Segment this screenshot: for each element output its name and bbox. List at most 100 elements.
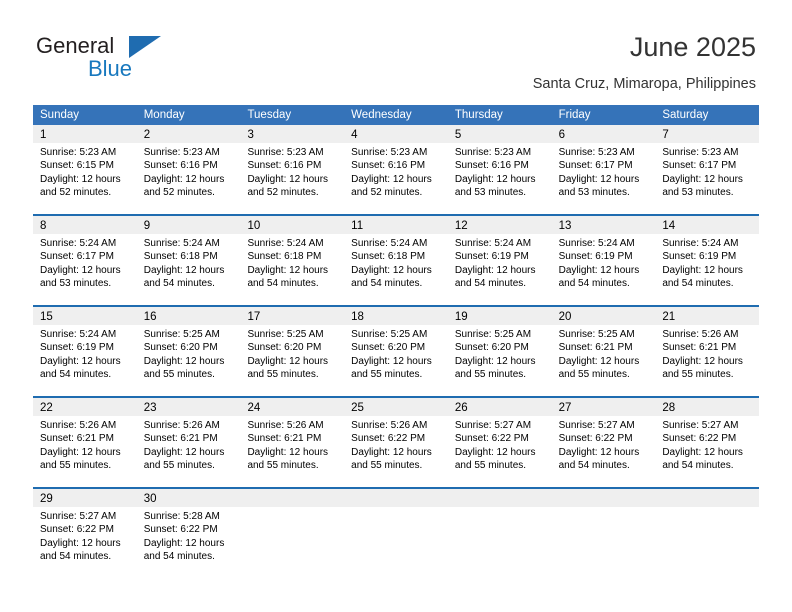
sunrise-text: Sunrise: 5:25 AM — [247, 329, 324, 340]
sunrise-text: Sunrise: 5:27 AM — [662, 420, 739, 431]
day-number: 8 — [40, 220, 47, 232]
day-number: 12 — [454, 220, 468, 232]
sunset-text: Sunset: 6:22 PM — [662, 433, 737, 445]
sunrise-text: Sunrise: 5:23 AM — [40, 147, 117, 158]
calendar-day-cell[interactable]: 27 Sunrise: 5:27 AM Sunset: 6:22 PM Dayligh… — [551, 398, 656, 487]
calendar-day-cell[interactable]: 20 Sunrise: 5:25 AM Sunset: 6:21 PM Dayligh… — [551, 307, 656, 396]
calendar-day-cell[interactable]: 28 Sunrise: 5:27 AM Sunset: 6:22 PM Dayligh… — [655, 398, 760, 487]
sunset-text: Sunset: 6:17 PM — [40, 251, 114, 263]
sunset-text: Sunset: 6:22 PM — [558, 433, 633, 445]
daylight-text: Daylight: 12 hours and 52 minutes. — [247, 173, 329, 198]
day-details: Sunrise: 5:25 AM Sunset: 6:20 PM Daylight:… — [136, 325, 241, 382]
calendar-day-cell[interactable]: 15 Sunrise: 5:24 AM Sunset: 6:19 PM Dayligh… — [33, 307, 137, 396]
calendar-day-cell[interactable]: 1 Sunrise: 5:23 AM Sunset: 6:15 PM Daylight… — [33, 125, 137, 214]
calendar-day-cell[interactable]: 29 Sunrise: 5:27 AM Sunset: 6:22 PM Dayligh… — [33, 489, 137, 578]
calendar-day-cell[interactable]: 11 Sunrise: 5:24 AM Sunset: 6:18 PM Dayligh… — [344, 216, 448, 305]
calendar-day-cell[interactable]: 14 Sunrise: 5:24 AM Sunset: 6:19 PM Dayligh… — [655, 216, 760, 305]
daylight-text: Daylight: 12 hours and 55 minutes. — [351, 446, 432, 471]
sunrise-text: Sunrise: 5:24 AM — [558, 238, 635, 249]
calendar-day-cell[interactable]: 3 Sunrise: 5:23 AM Sunset: 6:16 PM Daylight… — [240, 125, 345, 214]
day-number-band: 27 — [551, 398, 656, 416]
sunrise-text: Sunrise: 5:27 AM — [558, 420, 635, 431]
day-details: Sunrise: 5:25 AM Sunset: 6:20 PM Daylight:… — [447, 325, 552, 382]
day-details: Sunrise: 5:24 AM Sunset: 6:18 PM Daylight:… — [240, 234, 345, 291]
calendar-week-row: 29 Sunrise: 5:27 AM Sunset: 6:22 PM Dayligh… — [33, 487, 760, 578]
day-details: Sunrise: 5:24 AM Sunset: 6:18 PM Daylight:… — [344, 234, 448, 291]
day-number: 3 — [247, 129, 254, 141]
sunrise-text: Sunrise: 5:25 AM — [454, 329, 532, 340]
day-number-band: 20 — [551, 307, 656, 325]
day-number-band: 15 — [33, 307, 137, 325]
day-details: Sunrise: 5:28 AM Sunset: 6:22 PM Daylight:… — [136, 507, 241, 564]
weekday-header-row: Sunday Monday Tuesday Wednesday Thursday… — [33, 105, 759, 125]
calendar-week-row: 8 Sunrise: 5:24 AM Sunset: 6:17 PM Daylight… — [33, 214, 760, 305]
daylight-text: Daylight: 12 hours and 54 minutes. — [247, 264, 329, 289]
calendar-day-cell[interactable]: 8 Sunrise: 5:24 AM Sunset: 6:17 PM Daylight… — [33, 216, 137, 305]
daylight-text: Daylight: 12 hours and 54 minutes. — [454, 264, 536, 289]
calendar-day-cell[interactable]: 6 Sunrise: 5:23 AM Sunset: 6:17 PM Daylight… — [551, 125, 656, 214]
sunrise-text: Sunrise: 5:23 AM — [454, 147, 532, 158]
sunrise-text: Sunrise: 5:25 AM — [143, 329, 220, 340]
day-number: 4 — [351, 129, 358, 141]
calendar-day-cell[interactable]: 7 Sunrise: 5:23 AM Sunset: 6:17 PM Daylight… — [655, 125, 760, 214]
calendar-day-cell[interactable]: 18 Sunrise: 5:25 AM Sunset: 6:20 PM Dayligh… — [344, 307, 448, 396]
calendar-week-cells: 22 Sunrise: 5:26 AM Sunset: 6:21 PM Dayligh… — [33, 398, 760, 487]
calendar-day-cell[interactable]: 17 Sunrise: 5:25 AM Sunset: 6:20 PM Dayligh… — [240, 307, 345, 396]
calendar-day-cell-empty — [551, 489, 656, 578]
day-details: Sunrise: 5:23 AM Sunset: 6:17 PM Daylight:… — [655, 143, 760, 200]
calendar-day-cell[interactable]: 10 Sunrise: 5:24 AM Sunset: 6:18 PM Dayligh… — [240, 216, 345, 305]
day-details: Sunrise: 5:27 AM Sunset: 6:22 PM Daylight:… — [447, 416, 552, 473]
page-header: General Blue June 2025 Santa Cruz, Mimar… — [0, 0, 792, 100]
day-details: Sunrise: 5:27 AM Sunset: 6:22 PM Daylight:… — [551, 416, 656, 473]
daylight-text: Daylight: 12 hours and 55 minutes. — [247, 446, 329, 471]
day-number-band: 3 — [240, 125, 345, 143]
calendar-day-cell[interactable]: 16 Sunrise: 5:25 AM Sunset: 6:20 PM Dayligh… — [136, 307, 241, 396]
daylight-text: Daylight: 12 hours and 53 minutes. — [662, 173, 743, 198]
sunrise-text: Sunrise: 5:24 AM — [143, 238, 220, 249]
page-subtitle-location: Santa Cruz, Mimaropa, Philippines — [532, 76, 756, 92]
calendar-day-cell[interactable]: 26 Sunrise: 5:27 AM Sunset: 6:22 PM Dayligh… — [447, 398, 552, 487]
sunset-text: Sunset: 6:22 PM — [454, 433, 529, 445]
day-number: 24 — [247, 402, 261, 414]
calendar-day-cell[interactable]: 12 Sunrise: 5:24 AM Sunset: 6:19 PM Dayligh… — [447, 216, 552, 305]
day-number-band: 13 — [551, 216, 656, 234]
sunrise-text: Sunrise: 5:28 AM — [143, 511, 220, 522]
calendar-day-cell[interactable]: 13 Sunrise: 5:24 AM Sunset: 6:19 PM Dayligh… — [551, 216, 656, 305]
sunset-text: Sunset: 6:20 PM — [454, 342, 529, 354]
day-number-band: 1 — [33, 125, 137, 143]
day-number: 23 — [143, 402, 157, 414]
day-number: 29 — [40, 493, 53, 505]
day-number-band: 24 — [240, 398, 345, 416]
sunrise-text: Sunrise: 5:23 AM — [662, 147, 739, 158]
day-details: Sunrise: 5:24 AM Sunset: 6:19 PM Daylight:… — [33, 325, 137, 382]
day-details: Sunrise: 5:25 AM Sunset: 6:20 PM Daylight:… — [240, 325, 345, 382]
sunrise-text: Sunrise: 5:26 AM — [247, 420, 324, 431]
calendar-day-cell[interactable]: 19 Sunrise: 5:25 AM Sunset: 6:20 PM Dayligh… — [447, 307, 552, 396]
calendar-day-cell[interactable]: 30 Sunrise: 5:28 AM Sunset: 6:22 PM Dayligh… — [136, 489, 241, 578]
day-number-band: 22 — [33, 398, 137, 416]
calendar-day-cell[interactable]: 22 Sunrise: 5:26 AM Sunset: 6:21 PM Dayligh… — [33, 398, 137, 487]
calendar-day-cell[interactable]: 21 Sunrise: 5:26 AM Sunset: 6:21 PM Dayligh… — [655, 307, 760, 396]
calendar-day-cell[interactable]: 23 Sunrise: 5:26 AM Sunset: 6:21 PM Dayligh… — [136, 398, 241, 487]
sunrise-text: Sunrise: 5:25 AM — [558, 329, 635, 340]
day-details: Sunrise: 5:24 AM Sunset: 6:19 PM Daylight:… — [447, 234, 552, 291]
day-number-band: 12 — [447, 216, 552, 234]
daylight-text: Daylight: 12 hours and 52 minutes. — [351, 173, 432, 198]
calendar-day-cell[interactable]: 24 Sunrise: 5:26 AM Sunset: 6:21 PM Dayligh… — [240, 398, 345, 487]
day-details: Sunrise: 5:24 AM Sunset: 6:19 PM Daylight:… — [655, 234, 760, 291]
calendar-day-cell[interactable]: 9 Sunrise: 5:24 AM Sunset: 6:18 PM Daylight… — [136, 216, 241, 305]
calendar-day-cell[interactable]: 2 Sunrise: 5:23 AM Sunset: 6:16 PM Daylight… — [136, 125, 241, 214]
sunset-text: Sunset: 6:21 PM — [558, 342, 633, 354]
day-number-band: 28 — [655, 398, 760, 416]
day-details: Sunrise: 5:23 AM Sunset: 6:16 PM Daylight:… — [447, 143, 552, 200]
general-blue-logo: General Blue — [36, 33, 216, 85]
day-details: Sunrise: 5:26 AM Sunset: 6:21 PM Daylight:… — [33, 416, 137, 473]
sunrise-text: Sunrise: 5:24 AM — [454, 238, 532, 249]
sunrise-text: Sunrise: 5:24 AM — [40, 238, 117, 249]
day-number-band: 4 — [344, 125, 448, 143]
calendar-day-cell[interactable]: 5 Sunrise: 5:23 AM Sunset: 6:16 PM Daylight… — [447, 125, 552, 214]
day-number: 14 — [662, 220, 676, 232]
calendar-day-cell[interactable]: 25 Sunrise: 5:26 AM Sunset: 6:22 PM Dayligh… — [344, 398, 448, 487]
day-number-band: 16 — [136, 307, 241, 325]
calendar-day-cell[interactable]: 4 Sunrise: 5:23 AM Sunset: 6:16 PM Daylight… — [344, 125, 448, 214]
